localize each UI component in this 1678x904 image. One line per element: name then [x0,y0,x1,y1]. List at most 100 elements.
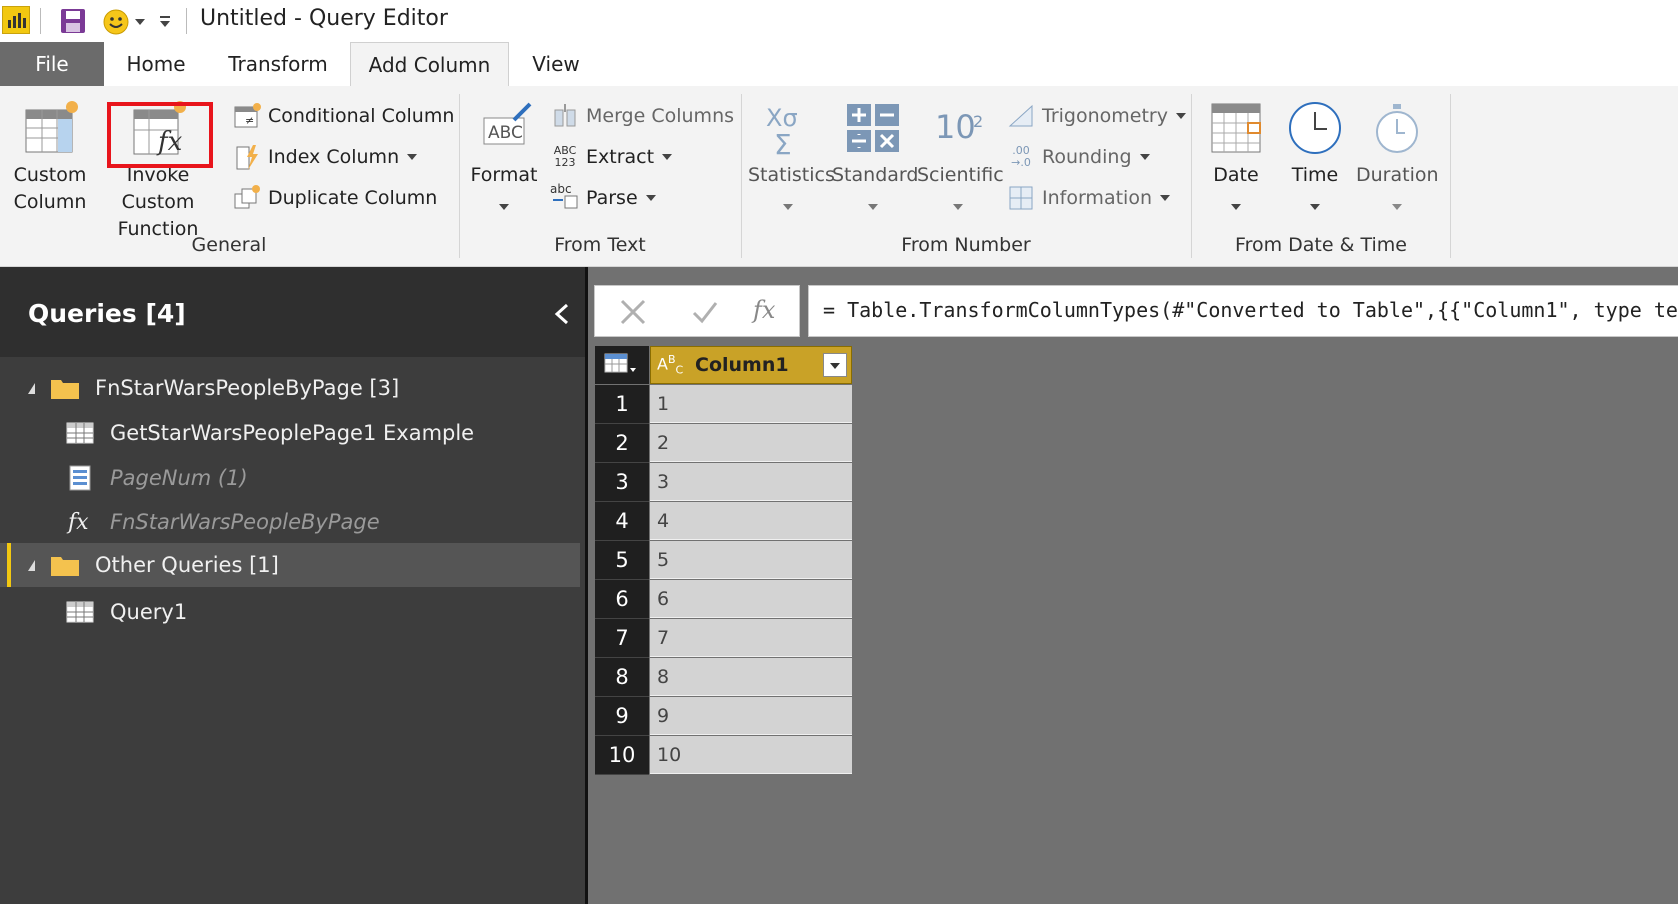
row-number[interactable]: 8 [595,658,649,697]
folder-icon [51,377,79,399]
column-header[interactable]: ABC Column1 [650,346,852,384]
format-button[interactable]: ABC Format [468,100,540,210]
query-item[interactable]: GetStarWarsPeoplePage1 Example [0,411,580,455]
row-number[interactable]: 5 [595,541,649,580]
duration-dropdown-icon [1392,204,1402,210]
table-cell[interactable]: 3 [650,463,852,501]
query-folder[interactable]: Other Queries [1] [0,543,580,587]
collapse-icon[interactable] [552,303,572,329]
calendar-icon [1202,100,1270,162]
invoke-custom-function-button[interactable]: fx Invoke Custom Function [93,100,223,243]
table-cell[interactable]: 2 [650,424,852,462]
queries-title: Queries [4] [28,299,186,328]
table-cell[interactable]: 4 [650,502,852,540]
query-item-label: Query1 [110,600,188,624]
index-column-label: Index Column [268,146,400,168]
index-column-button[interactable]: Index Column [232,140,418,174]
table-cell[interactable]: 10 [650,736,852,774]
smiley-icon[interactable] [102,8,130,40]
time-dropdown-icon [1310,204,1320,210]
custom-column-label-2: Column [13,191,87,213]
duplicate-column-button[interactable]: Duplicate Column [232,181,437,215]
chevron-down-icon [830,363,840,369]
table-cell[interactable]: 7 [650,619,852,657]
scientific-icon-base: 10 [935,108,976,146]
insert-function-icon[interactable]: fx [753,296,775,324]
column-filter-button[interactable] [823,353,847,377]
table-options-icon[interactable] [595,346,649,384]
date-label: Date [1213,164,1259,186]
time-button[interactable]: Time [1280,100,1350,210]
statistics-button[interactable]: Xσ Σ Statistics [748,100,835,210]
tab-view[interactable]: View [512,42,600,86]
row-number[interactable]: 4 [595,502,649,541]
row-number[interactable]: 3 [595,463,649,502]
query-item[interactable]: PageNum (1) [0,456,580,500]
invoke-custom-function-label-1: Invoke Custom [121,164,195,213]
tab-home[interactable]: Home [108,42,204,86]
custom-column-button[interactable]: Custom Column [10,100,90,216]
data-preview-area: fx = Table.TransformColumnTypes(#"Conver… [588,267,1678,904]
format-icon: ABC [468,100,540,162]
commit-icon[interactable] [691,298,719,330]
table-cell[interactable]: 1 [650,385,852,423]
extract-button[interactable]: ABC 123 Extract [550,140,673,174]
row-number[interactable]: 9 [595,697,649,736]
stopwatch-icon [1356,100,1438,162]
table-icon [66,422,94,444]
statistics-label: Statistics [748,164,835,186]
parse-icon: abc [550,182,580,212]
text-type-icon-b: B [667,353,676,366]
index-column-icon [232,143,262,171]
row-number[interactable]: 6 [595,580,649,619]
information-button[interactable]: Information [1006,181,1170,215]
formula-text[interactable]: = Table.TransformColumnTypes(#"Converted… [823,298,1678,322]
tab-file[interactable]: File [0,42,104,86]
quick-access-customize-icon[interactable] [158,14,172,33]
duration-button[interactable]: Duration [1356,100,1439,210]
query-item[interactable]: fx FnStarWarsPeopleByPage [0,500,580,544]
row-number[interactable]: 7 [595,619,649,658]
query-item-label: FnStarWarsPeopleByPage [110,510,380,534]
row-number[interactable]: 2 [595,424,649,463]
text-type-icon[interactable]: ABC [657,353,683,377]
rounding-button[interactable]: .00 →.0 Rounding [1006,140,1150,174]
query-folder[interactable]: FnStarWarsPeopleByPage [3] [0,366,580,410]
merge-columns-button[interactable]: Merge Columns [550,99,734,133]
conditional-column-button[interactable]: ≠ Conditional Column [232,99,454,133]
table-cell[interactable]: 9 [650,697,852,735]
ribbon: Custom Column fx Invoke Custom Function … [0,86,1678,267]
date-button[interactable]: Date [1202,100,1270,210]
save-icon[interactable] [60,8,86,38]
table-cell[interactable]: 8 [650,658,852,696]
function-icon: fx [68,509,89,535]
trigonometry-button[interactable]: Trigonometry [1006,99,1186,133]
scientific-button[interactable]: 10 2 Scientific [917,100,1004,210]
index-column-dropdown-icon [407,154,418,160]
expand-triangle-icon[interactable] [28,382,35,394]
expand-triangle-icon[interactable] [28,559,35,571]
conditional-column-label: Conditional Column [268,105,455,127]
title-separator-2 [186,8,187,34]
folder-icon [51,554,79,576]
trigonometry-dropdown-icon [1175,113,1186,119]
row-number[interactable]: 10 [595,736,649,775]
formula-bar[interactable]: = Table.TransformColumnTypes(#"Converted… [808,285,1678,337]
parse-button[interactable]: abc Parse [550,181,656,215]
standard-button[interactable]: Standard [832,100,918,210]
cancel-icon[interactable] [619,298,647,330]
rounding-icon: .00 →.0 [1006,143,1036,171]
row-number[interactable]: 1 [595,385,649,424]
tab-add-column[interactable]: Add Column [350,42,509,88]
invoke-custom-function-highlight [107,102,213,168]
query-item[interactable]: Query1 [0,590,580,634]
smiley-dropdown-icon[interactable] [135,19,145,25]
custom-column-icon [10,100,90,162]
tab-transform[interactable]: Transform [210,42,346,86]
information-icon [1006,184,1036,212]
extract-label: Extract [586,146,655,168]
rounding-dropdown-icon [1139,154,1150,160]
table-cell[interactable]: 5 [650,541,852,579]
table-cell[interactable]: 6 [650,580,852,618]
extract-icon: ABC 123 [550,143,580,171]
